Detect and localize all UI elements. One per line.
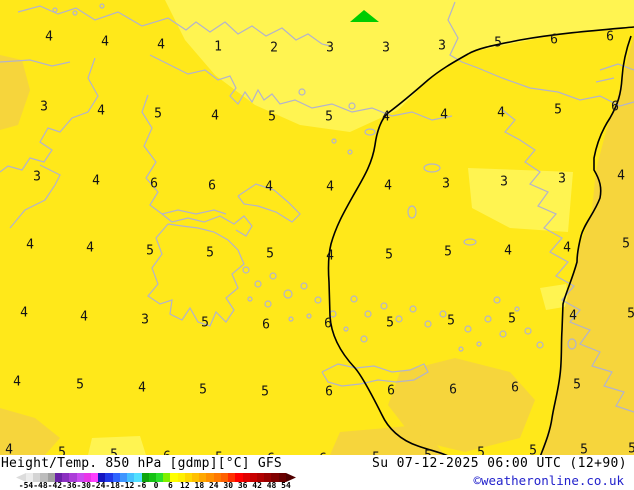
temp-label: 4 — [13, 374, 21, 390]
temp-label: 5 — [627, 306, 634, 322]
temp-label: 5 — [325, 109, 333, 125]
temp-label: 5 — [447, 313, 455, 329]
colorbar-tick-label: 42 — [252, 481, 262, 490]
temp-label: 4 — [497, 105, 505, 121]
temp-label: 4 — [265, 179, 273, 195]
temp-label: 4 — [101, 34, 109, 50]
temp-label: 6 — [325, 384, 333, 400]
temp-label: 3 — [500, 174, 508, 190]
colorbar-tick-label: -24 — [90, 481, 106, 490]
legend-bar: Height/Temp. 850 hPa [gdmp][°C] GFS Su 0… — [0, 455, 634, 490]
temp-label: 6 — [611, 99, 619, 115]
temp-label: 4 — [384, 178, 392, 194]
temp-label: 5 — [76, 377, 84, 393]
temp-label: 3 — [438, 38, 446, 54]
colorbar-tick-label: 24 — [208, 481, 219, 490]
temp-label: 3 — [558, 171, 566, 187]
temp-label: 5 — [622, 236, 630, 252]
temp-label: 4 — [5, 442, 13, 456]
temp-label: 4 — [211, 108, 219, 124]
temp-label: 6 — [606, 29, 614, 45]
temp-label: 5 — [146, 243, 154, 259]
temp-label: 5 — [477, 445, 485, 456]
temp-label: 3 — [442, 176, 450, 192]
temp-label: 4 — [563, 240, 571, 256]
temp-label: 5 — [444, 244, 452, 260]
colorbar-tick-label: -42 — [47, 481, 63, 490]
colorbar-tick-label: -48 — [33, 481, 48, 490]
temp-label: 5 — [494, 35, 502, 51]
temp-label: 3 — [141, 312, 149, 328]
colorbar-tick-label: -54 — [18, 481, 34, 490]
temp-label: 4 — [617, 168, 625, 184]
temp-label: 5 — [386, 315, 394, 331]
temp-label: 4 — [97, 103, 105, 119]
temp-label: 6 — [449, 382, 457, 398]
temp-label: 5 — [58, 445, 66, 456]
temp-label: 5 — [529, 443, 537, 456]
temp-label: 5 — [201, 315, 209, 331]
temp-label: 5 — [266, 246, 274, 262]
colorbar-tick-label: -30 — [76, 481, 91, 490]
temp-label: 5 — [580, 442, 588, 456]
temp-label: 6 — [387, 383, 395, 399]
temp-label: 5 — [199, 382, 207, 398]
colorbar-tick-label: 0 — [153, 481, 159, 490]
temp-label: 4 — [80, 309, 88, 325]
temp-label: 5 — [261, 384, 269, 400]
temp-label: 4 — [26, 237, 34, 253]
colorbar-tick-label: -36 — [62, 481, 77, 490]
temp-label: 5 — [206, 245, 214, 261]
colorbar-tick-label: 36 — [237, 481, 248, 490]
temp-label: 3 — [382, 40, 390, 56]
temp-label: 6 — [262, 317, 270, 333]
temp-label: 5 — [268, 109, 276, 125]
temp-label: 4 — [326, 248, 334, 264]
weather-map-screenshot: 4441233356634545544456346644433344455545… — [0, 0, 634, 490]
temp-label: 5 — [573, 377, 581, 393]
temp-label: 4 — [569, 308, 577, 324]
temp-label: 4 — [92, 173, 100, 189]
temp-label: 4 — [440, 107, 448, 123]
colorbar-tick-label: 54 — [281, 481, 291, 490]
temp-label: 6 — [550, 32, 558, 48]
temp-label: 3 — [40, 99, 48, 115]
temp-label: 6 — [511, 380, 519, 396]
temp-label: 4 — [326, 179, 334, 195]
temp-label: 2 — [270, 40, 278, 56]
temp-label: 1 — [214, 39, 222, 55]
temp-label: 5 — [628, 441, 634, 456]
temp-label: 3 — [33, 169, 41, 185]
colorbar-tick-label: 6 — [168, 481, 173, 490]
temp-label: 6 — [150, 176, 158, 192]
temp-label: 4 — [45, 29, 53, 45]
temp-label: 4 — [382, 109, 390, 125]
colorbar-tick-label: 48 — [266, 481, 277, 490]
temp-label: 6 — [324, 316, 332, 332]
temp-label: 5 — [554, 102, 562, 118]
temp-label: 4 — [20, 305, 28, 321]
colorbar-tick-label: -6 — [136, 481, 147, 490]
temp-label: 4 — [157, 37, 165, 53]
colorbar-tick-label: -18 — [105, 481, 120, 490]
temp-label: 6 — [208, 178, 216, 194]
temp-label: 4 — [504, 243, 512, 259]
weather-map: 4 4 4 1 2 3 3 3 5 6 6 3 4 5 4 5 5 4 4 4 5 6 3 4 6 6 4 4 4 3 3 3 4 4 4 5 5 5 4 5… — [0, 0, 634, 455]
colorbar-tick-label: 12 — [180, 481, 190, 490]
colorbar-tick-label: 30 — [223, 481, 234, 490]
map-graphics — [0, 0, 634, 455]
temp-label: 4 — [138, 380, 146, 396]
temp-label: 5 — [385, 247, 393, 263]
temp-label: 5 — [508, 311, 516, 327]
temp-label: 5 — [154, 106, 162, 122]
temp-label: 4 — [86, 240, 94, 256]
colorbar-tick-label: 18 — [194, 481, 205, 490]
colorbar-tick-label: -12 — [119, 481, 135, 490]
temp-label: 3 — [326, 40, 334, 56]
